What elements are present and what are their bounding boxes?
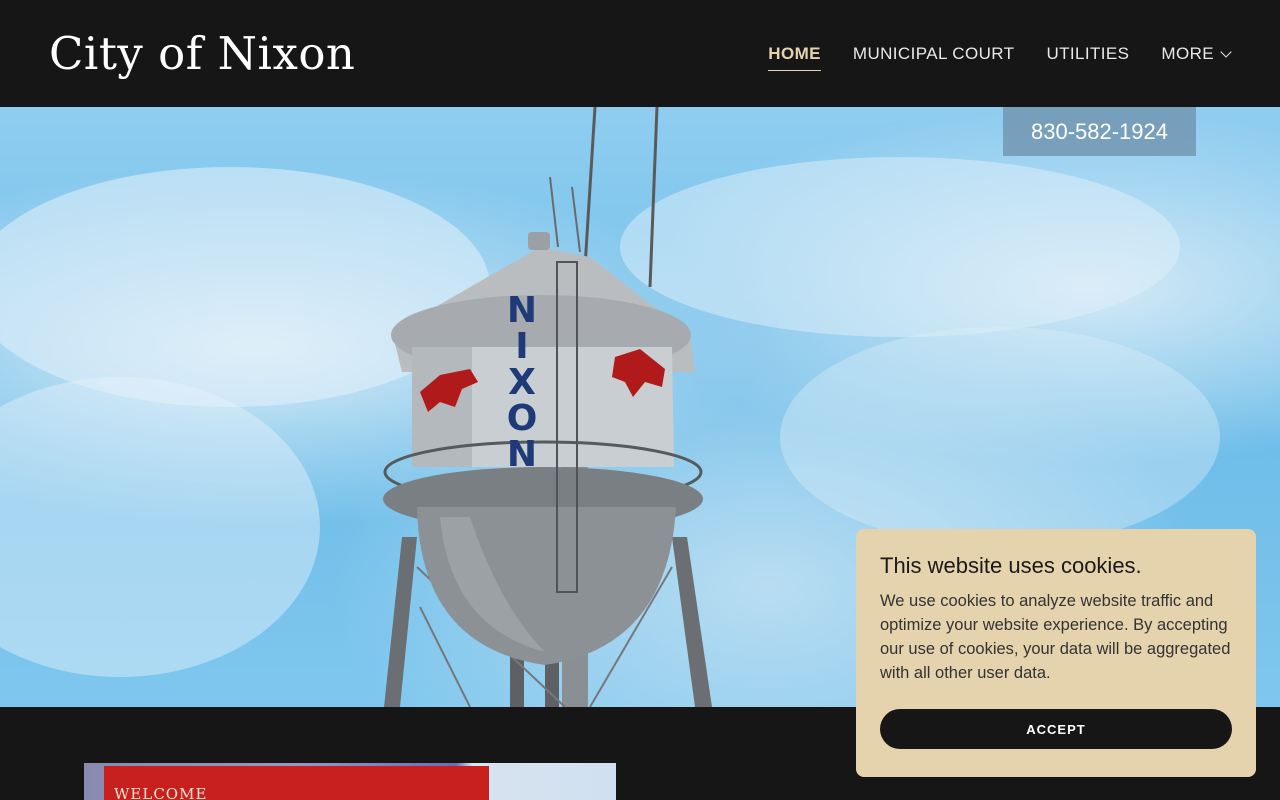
main-nav: HOME MUNICIPAL COURT UTILITIES MORE (768, 44, 1232, 71)
nav-more-label: MORE (1161, 44, 1214, 63)
nav-municipal-court-label: MUNICIPAL COURT (852, 44, 1015, 63)
cookie-body: We use cookies to analyze website traffi… (880, 592, 1231, 682)
chevron-down-icon (1220, 45, 1232, 58)
nav-utilities-label: UTILITIES (1046, 44, 1130, 63)
nav-home[interactable]: HOME (768, 44, 821, 71)
nav-municipal-court[interactable]: MUNICIPAL COURT (853, 44, 1015, 68)
welcome-banner-text: WELCOME (114, 785, 208, 800)
site-header: City of Nixon HOME MUNICIPAL COURT UTILI… (0, 0, 1280, 107)
site-logo[interactable]: City of Nixon (49, 26, 355, 82)
cookie-title: This website uses cookies. (880, 553, 1142, 578)
welcome-sign-image: WELCOME (84, 763, 616, 800)
nav-more[interactable]: MORE (1161, 44, 1232, 68)
nav-utilities[interactable]: UTILITIES (1046, 44, 1129, 68)
cookie-banner: This website uses cookies. We use cookie… (856, 529, 1256, 777)
tower-letter: NIXON (507, 290, 538, 475)
accept-cookies-button[interactable]: ACCEPT (880, 709, 1232, 749)
phone-number-button[interactable]: 830-582-1924 (1003, 107, 1196, 156)
nav-home-label: HOME (768, 44, 821, 63)
